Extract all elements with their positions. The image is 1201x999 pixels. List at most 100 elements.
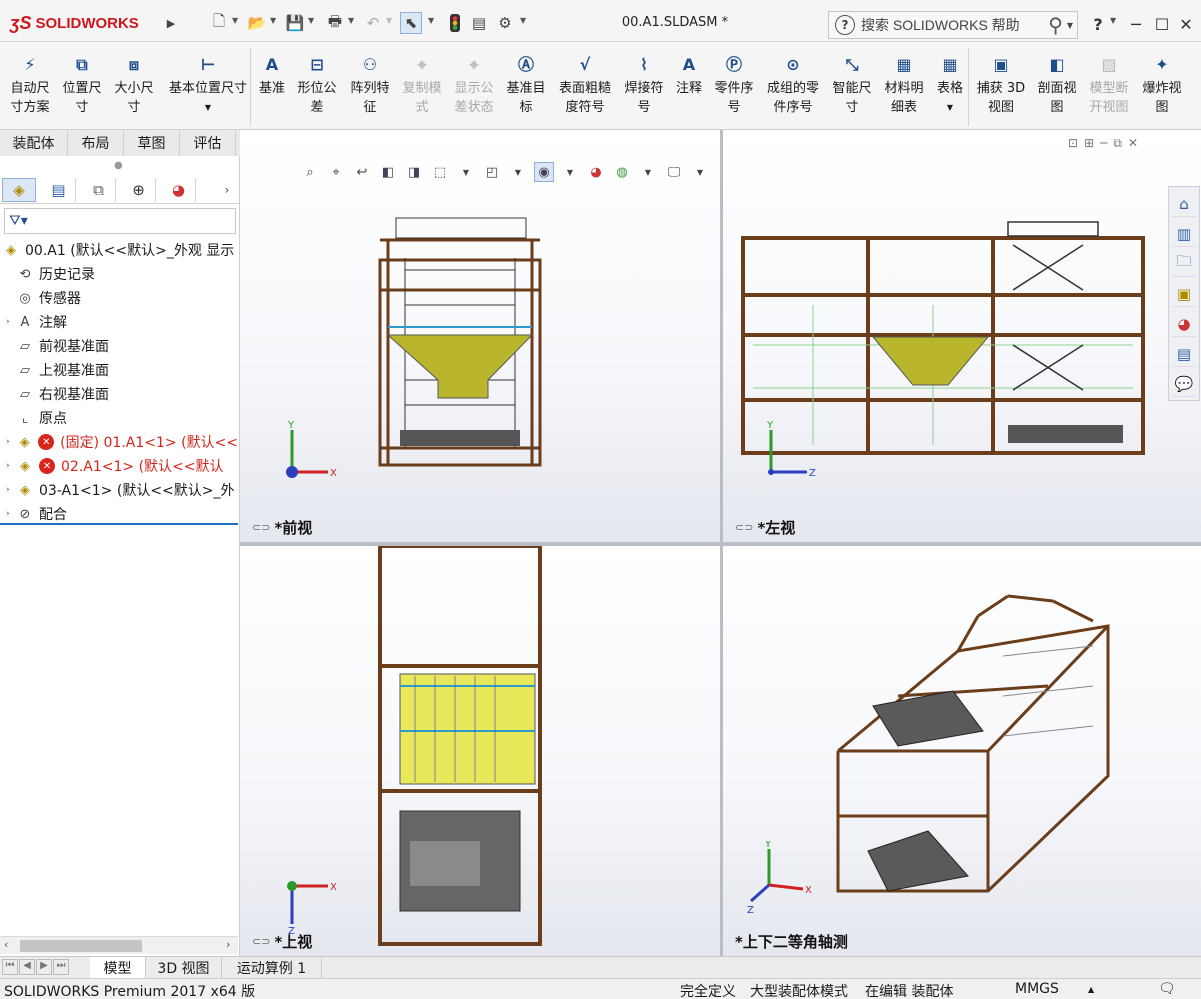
ribbon-auto-dim-button[interactable]: ⚡ 自动尺 寸方案 bbox=[6, 52, 54, 117]
forum-icon[interactable]: 💬 bbox=[1171, 371, 1197, 397]
ribbon-location-dim-button[interactable]: ⧉ 位置尺寸 bbox=[58, 52, 106, 117]
tree-item[interactable]: ⌞ 原点 bbox=[0, 406, 238, 430]
solidworks-logo[interactable]: ʒS SOLIDWORKS bbox=[10, 10, 155, 36]
quick-tips-icon[interactable]: 🗨 bbox=[1158, 981, 1176, 997]
ribbon-geometric-tolerance-button[interactable]: ⊟ 形位公差 bbox=[292, 52, 342, 117]
print-icon[interactable]: 🖶 bbox=[324, 12, 346, 34]
undo-icon[interactable]: ↶ bbox=[362, 12, 384, 34]
tree-filter[interactable]: ⛛▾ bbox=[4, 208, 236, 234]
tree-item[interactable]: ▱ 前视基准面 bbox=[0, 334, 238, 358]
ribbon-show-tolerance-status-button[interactable]: ⌖ 显示公 差状态 bbox=[450, 52, 498, 117]
viewport-top[interactable]: X Z ⊂⊃ *上视 bbox=[240, 546, 720, 956]
viewport-restore-icon[interactable]: ⊡ bbox=[1068, 136, 1078, 151]
display-style-dropdown-icon[interactable]: ▼ bbox=[508, 162, 528, 182]
unit-dropdown-icon[interactable]: ▲ bbox=[1088, 985, 1094, 994]
search-dropdown-icon[interactable]: ▼ bbox=[1067, 21, 1073, 30]
ribbon-size-dim-button[interactable]: ⧈ 大小尺寸 bbox=[110, 52, 158, 117]
tab-command-1[interactable]: 布局 bbox=[68, 130, 124, 156]
help-button[interactable]: ? bbox=[1086, 12, 1110, 36]
hide-show-dropdown-icon[interactable]: ▼ bbox=[560, 162, 580, 182]
feature-tree-tab-icon[interactable]: ◈ bbox=[2, 178, 36, 202]
design-library-icon[interactable]: ▥ bbox=[1171, 221, 1197, 247]
file-explorer-icon[interactable]: 🗀 bbox=[1171, 251, 1197, 277]
ribbon-dropdown-icon[interactable]: ▼ bbox=[947, 98, 953, 117]
tree-item[interactable]: › A 注解 bbox=[0, 310, 238, 334]
search-icon[interactable]: ⚲ bbox=[1048, 13, 1063, 37]
select-dropdown-icon[interactable]: ▼ bbox=[428, 16, 434, 25]
save-icon[interactable]: 💾 bbox=[284, 12, 306, 34]
viewport-tile-icon[interactable]: ⧉ bbox=[1113, 136, 1122, 151]
viewport-close-icon[interactable]: ✕ bbox=[1128, 136, 1138, 151]
ribbon-tables-button[interactable]: ▦ 表格 ▼ bbox=[932, 52, 968, 117]
view-settings-dropdown-icon[interactable]: ▼ bbox=[690, 162, 710, 182]
zoom-to-area-icon[interactable]: ⌖ bbox=[326, 162, 346, 182]
viewport-minimize-icon[interactable]: ─ bbox=[1100, 136, 1107, 151]
dimxpert-tab-icon[interactable]: ⊕ bbox=[122, 178, 156, 202]
apply-scene-icon[interactable]: ◍ bbox=[612, 162, 632, 182]
ribbon-basic-location-dim-button[interactable]: ⊢ 基本位置尺寸 ▼ bbox=[162, 52, 254, 117]
scroll-left-icon[interactable]: ‹ bbox=[4, 938, 8, 951]
ribbon-surface-finish-button[interactable]: √ 表面粗糙 度符号 bbox=[554, 52, 616, 117]
tab-bottom-2[interactable]: 运动算例 1 bbox=[222, 957, 322, 978]
link-views-icon[interactable]: ⊂⊃ bbox=[735, 521, 753, 534]
help-search-input[interactable]: ? 搜索 SOLIDWORKS 帮助 ⚲ ▼ bbox=[828, 11, 1078, 39]
tab-command-0[interactable]: 装配体 bbox=[0, 130, 68, 156]
home-icon[interactable]: ⌂ bbox=[1171, 191, 1197, 217]
ribbon-dropdown-icon[interactable]: ▼ bbox=[205, 98, 211, 117]
ribbon-bom-button[interactable]: ▦ 材料明 细表 bbox=[880, 52, 928, 117]
ribbon-datum-target-button[interactable]: Ⓐ 基准目标 bbox=[502, 52, 550, 117]
tab-bottom-1[interactable]: 3D 视图 bbox=[146, 957, 222, 978]
tab-command-3[interactable]: 评估 bbox=[180, 130, 236, 156]
new-dropdown-icon[interactable]: ▼ bbox=[232, 16, 238, 25]
expand-arrow-icon[interactable]: › bbox=[6, 509, 16, 519]
tree-item[interactable]: ◎ 传感器 bbox=[0, 286, 238, 310]
tree-item[interactable]: ▱ 上视基准面 bbox=[0, 358, 238, 382]
tree-item[interactable]: ▱ 右视基准面 bbox=[0, 382, 238, 406]
previous-view-icon[interactable]: ↩ bbox=[352, 162, 372, 182]
tree-horizontal-scrollbar[interactable]: ‹ › bbox=[0, 936, 238, 954]
rollback-bar[interactable] bbox=[0, 523, 238, 525]
open-document-icon[interactable]: 📂 bbox=[246, 12, 268, 34]
tabs-scroll-right-icon[interactable]: › bbox=[210, 178, 244, 202]
menu-expand-icon[interactable]: ▶ bbox=[160, 12, 182, 34]
rebuild-traffic-light-icon[interactable] bbox=[444, 12, 466, 34]
scroll-thumb[interactable] bbox=[20, 940, 142, 952]
minimize-icon[interactable]: ─ bbox=[1124, 12, 1148, 36]
viewport-left[interactable]: Y Z ⊡ ⊞ ─ ⧉ ✕ ⊂⊃ *左视 bbox=[723, 130, 1201, 542]
viewport-pin-icon[interactable]: ⊞ bbox=[1084, 136, 1094, 151]
options-dropdown-icon[interactable]: ▼ bbox=[520, 16, 526, 25]
open-dropdown-icon[interactable]: ▼ bbox=[270, 16, 276, 25]
help-dropdown-icon[interactable]: ▼ bbox=[1110, 16, 1116, 25]
display-manager-tab-icon[interactable]: ◕ bbox=[162, 178, 196, 202]
zoom-to-fit-icon[interactable]: ⌕ bbox=[300, 162, 320, 182]
print-dropdown-icon[interactable]: ▼ bbox=[348, 16, 354, 25]
undo-dropdown-icon[interactable]: ▼ bbox=[386, 16, 392, 25]
maximize-icon[interactable]: ☐ bbox=[1150, 12, 1174, 36]
select-cursor-icon[interactable]: ⬉ bbox=[400, 12, 422, 34]
tree-item[interactable]: › ◈ ✕ 02.A1<1> (默认<<默认 bbox=[0, 454, 238, 478]
ribbon-smart-dim-button[interactable]: ⤡ 智能尺寸 bbox=[828, 52, 876, 117]
new-document-icon[interactable]: 🗋 bbox=[208, 12, 230, 34]
expand-arrow-icon[interactable]: › bbox=[6, 461, 16, 471]
edit-appearance-icon[interactable]: ◕ bbox=[586, 162, 606, 182]
view-palette-icon[interactable]: ▣ bbox=[1171, 281, 1197, 307]
ribbon-note-button[interactable]: A 注释 bbox=[672, 52, 706, 98]
hide-show-items-icon[interactable]: ◉ bbox=[534, 162, 554, 182]
expand-arrow-icon[interactable]: › bbox=[6, 485, 16, 495]
unit-system[interactable]: MMGS bbox=[1015, 981, 1059, 997]
link-views-icon[interactable]: ⊂⊃ bbox=[252, 935, 270, 948]
configuration-tab-icon[interactable]: ⧉ bbox=[82, 178, 116, 202]
panel-grip-icon[interactable]: ● bbox=[114, 160, 123, 171]
ribbon-stacked-balloon-button[interactable]: ⊙ 成组的零 件序号 bbox=[762, 52, 824, 117]
file-properties-icon[interactable]: ▤ bbox=[468, 12, 490, 34]
next-tab-icon[interactable]: ▶ bbox=[36, 959, 52, 975]
display-style-icon[interactable]: ◰ bbox=[482, 162, 502, 182]
link-views-icon[interactable]: ⊂⊃ bbox=[252, 521, 270, 534]
view-orientation-icon[interactable]: ⬚ bbox=[430, 162, 450, 182]
view-orientation-dropdown-icon[interactable]: ▼ bbox=[456, 162, 476, 182]
first-tab-icon[interactable]: ⏮ bbox=[2, 959, 18, 975]
appearances-icon[interactable]: ◕ bbox=[1171, 311, 1197, 337]
ribbon-balloon-button[interactable]: Ⓟ 零件序号 bbox=[710, 52, 758, 117]
ribbon-section-view-button[interactable]: ◧ 剖面视图 bbox=[1034, 52, 1080, 117]
viewport-divider-horizontal[interactable] bbox=[240, 542, 1201, 546]
